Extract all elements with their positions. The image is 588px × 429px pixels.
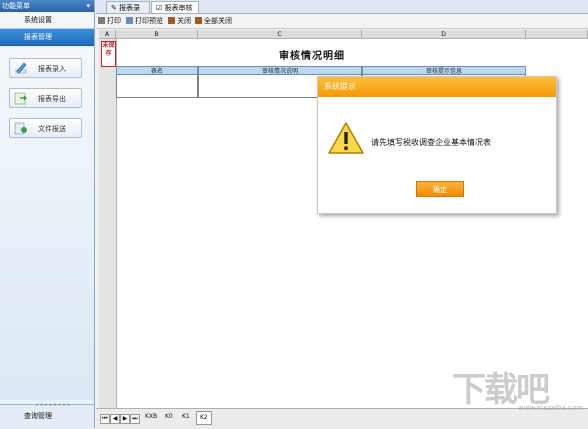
section-system-settings[interactable]: 系统设置: [0, 12, 94, 29]
close-button[interactable]: 关闭: [168, 16, 191, 26]
warning-icon: [328, 122, 364, 154]
ok-button[interactable]: 确定: [416, 181, 464, 197]
column-header-b[interactable]: B: [116, 30, 198, 39]
close-all-button[interactable]: 全部关闭: [195, 16, 232, 26]
first-sheet-icon[interactable]: ⏮: [100, 414, 110, 424]
report-title: 审核情况明细: [279, 51, 345, 62]
header-table-name: 表名: [116, 66, 198, 75]
sheet-tab-k0[interactable]: K0: [162, 411, 176, 423]
panel-title-bar: 功能菜单 ▾: [0, 0, 94, 12]
document-tabs: ✎ 报表录入 ☑ 报表审核: [96, 0, 588, 24]
report-entry-button[interactable]: 报表录入: [9, 58, 82, 78]
column-header-d[interactable]: D: [362, 30, 526, 39]
nav-label: 报表导出: [38, 95, 66, 103]
sheet-tab-kxb[interactable]: KXB: [142, 411, 160, 423]
nav-label: 文件报送: [38, 125, 66, 133]
panel-title: 功能菜单: [2, 2, 30, 10]
system-prompt-dialog: 系统提示 请先填写税收调查企业基本情况表 确定: [317, 76, 557, 214]
print-button[interactable]: 打印: [98, 16, 121, 26]
close-all-icon: [195, 17, 202, 24]
toolbar: 打印 打印预览 关闭 全部关闭: [96, 14, 588, 29]
query-management-section[interactable]: •••••••• 查询管理: [0, 402, 94, 429]
table-cell[interactable]: [116, 75, 198, 98]
header-audit-description: 审核情况说明: [198, 66, 362, 75]
watermark-url: www.xiazaiba.com: [518, 404, 583, 412]
column-header-a[interactable]: A: [99, 30, 116, 39]
prev-sheet-icon[interactable]: ◀: [110, 414, 120, 424]
tab-report-entry[interactable]: ✎ 报表录入: [106, 1, 150, 24]
dialog-title: 系统提示: [318, 77, 556, 97]
report-export-button[interactable]: 报表导出: [9, 88, 82, 108]
header-audit-hint: 审核提示信息: [362, 66, 526, 75]
file-submit-button[interactable]: 文件报送: [9, 118, 82, 138]
edit-icon: ✎: [111, 4, 117, 12]
section-report-management[interactable]: 报表管理: [0, 29, 94, 46]
sheet-tab-k2[interactable]: K2: [196, 411, 212, 425]
last-sheet-icon[interactable]: ⏭: [130, 414, 140, 424]
printer-icon: [98, 17, 105, 24]
print-preview-button[interactable]: 打印预览: [126, 16, 163, 26]
nav-label: 报表录入: [38, 65, 66, 73]
unsaved-stamp: 未保存: [101, 41, 116, 67]
left-panel: 功能菜单 ▾ 系统设置 报表管理 报表录入 报表导出 文件报送 ••••••••…: [0, 0, 95, 429]
query-management-label: 查询管理: [24, 412, 52, 420]
tab-report-audit[interactable]: ☑ 报表审核: [151, 1, 199, 13]
sheet-tab-bar: ⏮ ◀ ▶ ⏭ KXB K0 K1 K2: [96, 408, 588, 429]
column-header-c[interactable]: C: [198, 30, 362, 39]
close-doc-icon: [168, 17, 175, 24]
nav-body: 报表录入 报表导出 文件报送: [0, 48, 94, 400]
preview-icon: [126, 17, 133, 24]
dialog-message: 请先填写税收调查企业基本情况表: [371, 138, 491, 147]
splitter-grip[interactable]: ••••••••: [35, 402, 71, 409]
next-sheet-icon[interactable]: ▶: [120, 414, 130, 424]
column-header-blank[interactable]: [526, 30, 588, 39]
row-gutter[interactable]: [99, 39, 117, 408]
sheet-tab-k1[interactable]: K1: [179, 411, 193, 423]
export-icon: [14, 92, 27, 105]
pin-icon[interactable]: ▾: [86, 0, 90, 12]
pencil-icon: [15, 62, 27, 74]
send-file-icon: [14, 122, 27, 135]
audit-icon: ☑: [156, 4, 163, 12]
